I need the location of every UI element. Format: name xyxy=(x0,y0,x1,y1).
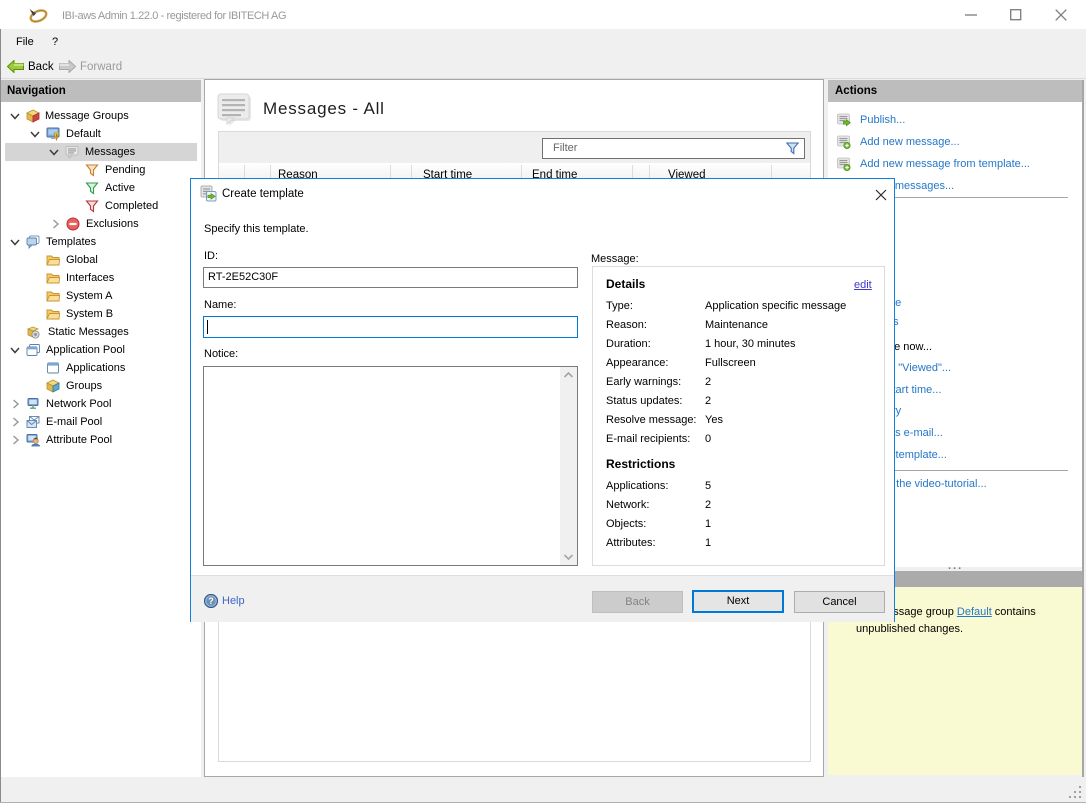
svg-text:?: ? xyxy=(208,596,214,606)
svg-text:!: ! xyxy=(56,135,58,141)
